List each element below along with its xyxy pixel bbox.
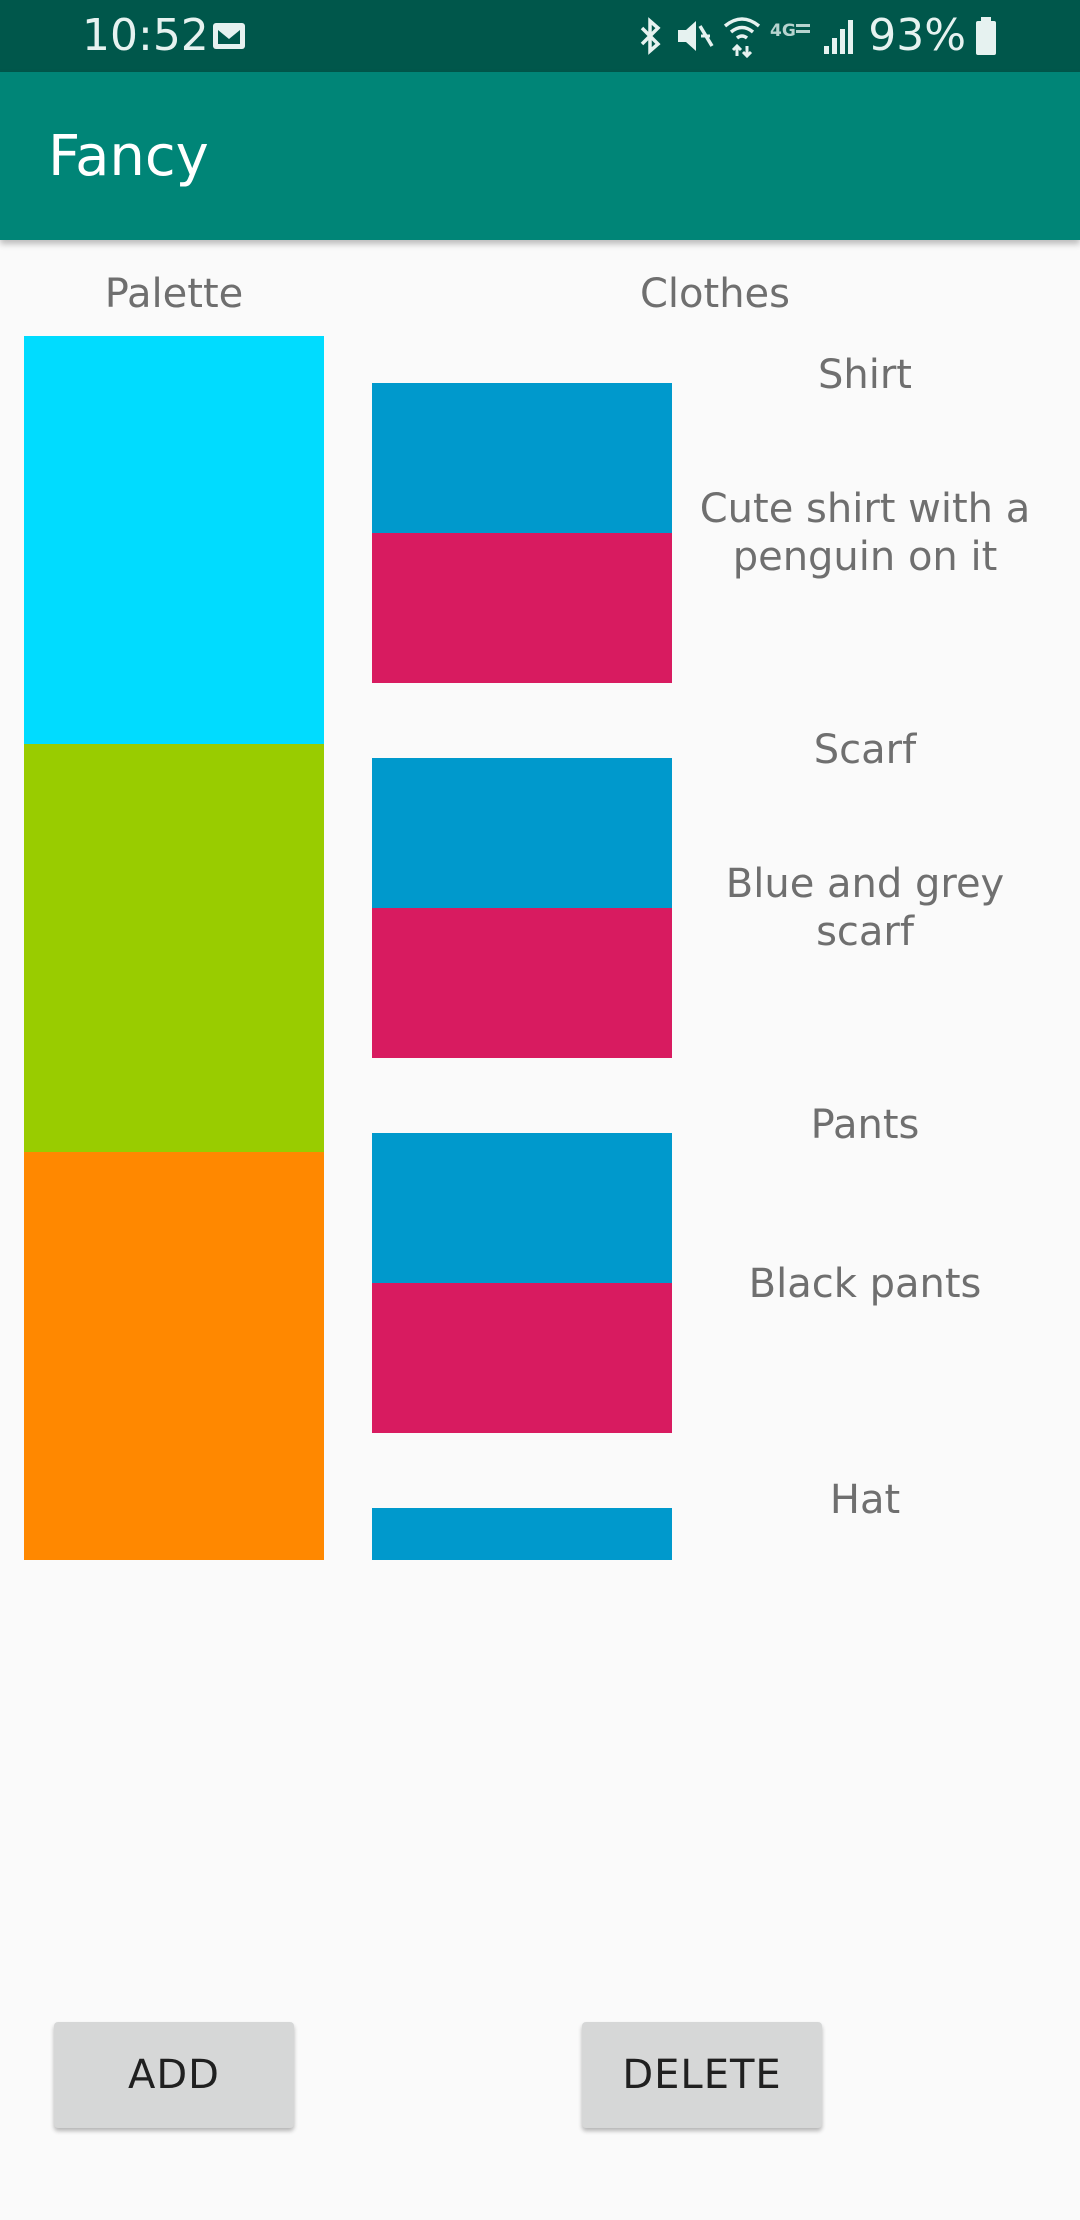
- delete-button[interactable]: DELETE: [582, 2022, 822, 2128]
- battery-percent: 93%: [868, 10, 966, 61]
- clothes-item-description: Cute shirt with a penguin on it: [699, 486, 1031, 580]
- app-title: Fancy: [48, 124, 209, 189]
- clothes-swatch-secondary: [372, 533, 672, 683]
- clothes-swatch-primary: [372, 1508, 672, 1560]
- svg-text:4G: 4G: [770, 21, 796, 41]
- clothes-swatch-primary: [372, 383, 672, 533]
- clothes-item-name: Shirt: [818, 352, 912, 398]
- clothes-swatch-secondary: [372, 908, 672, 1058]
- clothes-item-name: Scarf: [813, 727, 917, 773]
- clothes-item-description: Blue and grey scarf: [725, 861, 1005, 955]
- clothes-swatch-primary: [372, 758, 672, 908]
- bluetooth-icon: [640, 17, 661, 55]
- clothes-item-description: Black pants: [748, 1261, 982, 1307]
- clothes-item-name: Hat: [829, 1477, 901, 1523]
- palette-color-3[interactable]: [24, 1152, 324, 1560]
- lte-icon: 4G: [770, 21, 811, 41]
- status-time: 10:52: [82, 10, 209, 61]
- clothes-header: Clothes: [640, 271, 790, 317]
- clothes-item-name: Pants: [810, 1102, 920, 1148]
- signal-icon: [824, 20, 854, 54]
- palette-header: Palette: [104, 271, 244, 317]
- battery-icon: [976, 17, 996, 55]
- mail-icon: [213, 23, 245, 49]
- app-bar: Fancy: [0, 72, 1080, 240]
- wifi-icon: [724, 17, 761, 58]
- palette-color-2[interactable]: [24, 744, 324, 1152]
- status-bar: 10:52 4G 93%: [0, 0, 1080, 72]
- palette-color-1[interactable]: [24, 336, 324, 744]
- add-button[interactable]: ADD: [54, 2022, 294, 2128]
- mute-icon: [678, 21, 714, 51]
- clothes-swatch-secondary: [372, 1283, 672, 1433]
- clothes-swatch-primary: [372, 1133, 672, 1283]
